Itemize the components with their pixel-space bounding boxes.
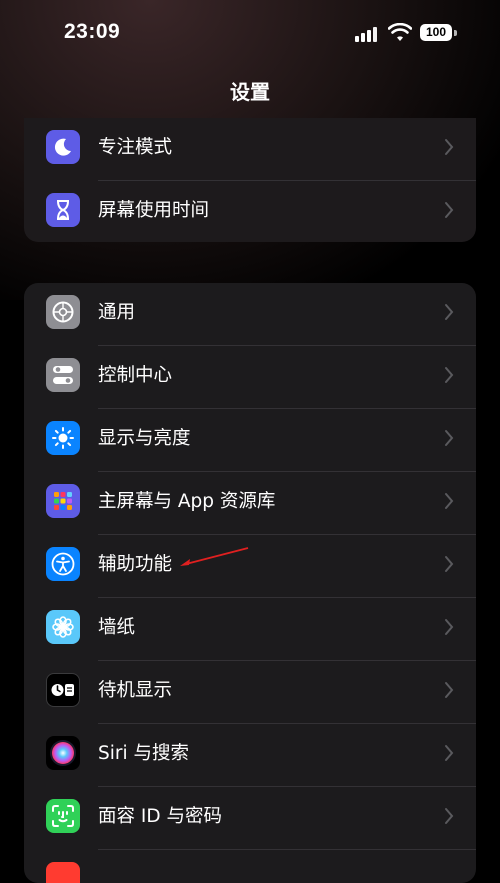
wifi-icon bbox=[388, 23, 412, 41]
status-bar: 23:09 100 bbox=[0, 0, 500, 70]
annotation-arrow bbox=[180, 547, 249, 566]
settings-row-display[interactable]: 显示与亮度 bbox=[24, 409, 476, 472]
chevron-right-icon bbox=[445, 430, 454, 446]
chevron-right-icon bbox=[445, 202, 454, 218]
moon-icon bbox=[46, 130, 80, 164]
sun-icon bbox=[46, 421, 80, 455]
siri-icon bbox=[46, 736, 80, 770]
accessibility-icon bbox=[46, 547, 80, 581]
chevron-right-icon bbox=[445, 808, 454, 824]
settings-row-label: 主屏幕与 App 资源库 bbox=[98, 491, 276, 512]
settings-row-label: 墙纸 bbox=[98, 617, 136, 638]
chevron-right-icon bbox=[445, 745, 454, 761]
settings-row-partial[interactable] bbox=[24, 850, 476, 883]
settings-row-label: 辅助功能 bbox=[98, 554, 173, 575]
settings-row-label: 控制中心 bbox=[98, 365, 173, 386]
settings-row-siri[interactable]: Siri 与搜索 bbox=[24, 724, 476, 787]
toggles-icon bbox=[46, 358, 80, 392]
settings-row-control-center[interactable]: 控制中心 bbox=[24, 346, 476, 409]
chevron-right-icon bbox=[445, 619, 454, 635]
settings-row-standby[interactable]: 待机显示 bbox=[24, 661, 476, 724]
chevron-right-icon bbox=[445, 139, 454, 155]
flower-icon bbox=[46, 610, 80, 644]
settings-row-label: 显示与亮度 bbox=[98, 428, 191, 449]
settings-group-focus: 专注模式 屏幕使用时间 bbox=[24, 118, 476, 242]
chevron-right-icon bbox=[445, 304, 454, 320]
settings-row-wallpaper[interactable]: 墙纸 bbox=[24, 598, 476, 661]
hourglass-icon bbox=[46, 193, 80, 227]
partial-red-icon bbox=[46, 862, 80, 883]
settings-row-screen-time[interactable]: 屏幕使用时间 bbox=[24, 181, 476, 242]
settings-row-label: Siri 与搜索 bbox=[98, 743, 190, 764]
status-time: 23:09 bbox=[64, 20, 121, 43]
face-id-icon bbox=[46, 799, 80, 833]
chevron-right-icon bbox=[445, 556, 454, 572]
settings-row-label: 通用 bbox=[98, 302, 136, 323]
settings-row-face-id[interactable]: 面容 ID 与密码 bbox=[24, 787, 476, 850]
settings-group-general: 通用 控制中心 显示与亮度 主屏幕与 App 资源库 辅助功能 墙纸 待机显示 … bbox=[24, 283, 476, 883]
page-title: 设置 bbox=[230, 80, 270, 104]
settings-row-label: 专注模式 bbox=[98, 137, 173, 158]
gear-icon bbox=[46, 295, 80, 329]
battery-tip bbox=[454, 30, 457, 36]
settings-row-general[interactable]: 通用 bbox=[24, 283, 476, 346]
settings-row-label: 待机显示 bbox=[98, 680, 173, 701]
chevron-right-icon bbox=[445, 367, 454, 383]
cellular-signal-icon bbox=[355, 26, 377, 42]
chevron-right-icon bbox=[445, 682, 454, 698]
settings-row-home-screen[interactable]: 主屏幕与 App 资源库 bbox=[24, 472, 476, 535]
settings-row-label: 屏幕使用时间 bbox=[98, 200, 210, 221]
chevron-right-icon bbox=[445, 493, 454, 509]
settings-row-focus[interactable]: 专注模式 bbox=[24, 118, 476, 181]
standby-icon bbox=[46, 673, 80, 707]
battery-indicator: 100 bbox=[420, 24, 452, 41]
app-grid-icon bbox=[46, 484, 80, 518]
settings-row-label: 面容 ID 与密码 bbox=[98, 806, 222, 827]
